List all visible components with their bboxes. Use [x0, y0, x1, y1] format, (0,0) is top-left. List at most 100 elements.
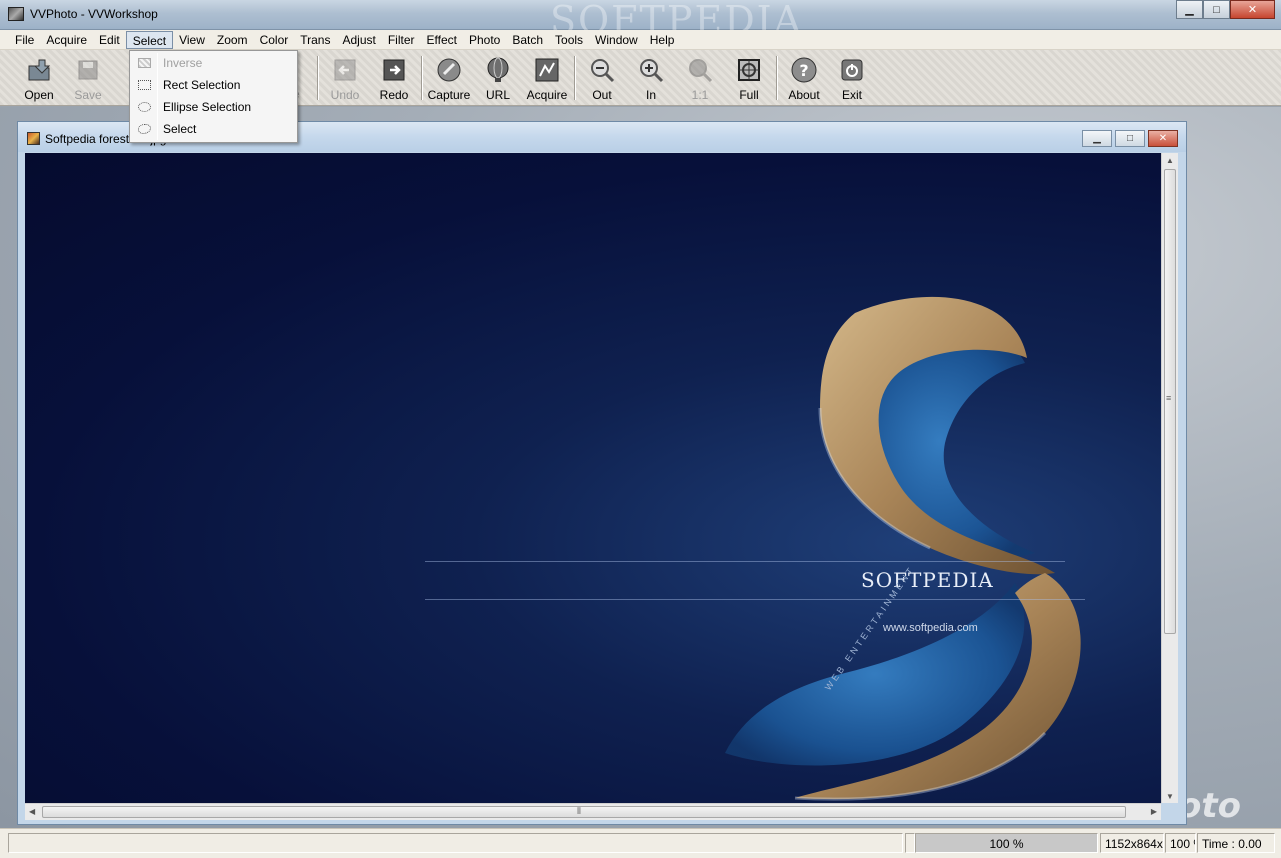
minimize-button[interactable]: ▁ [1176, 0, 1203, 19]
menu-tools[interactable]: Tools [549, 31, 589, 49]
menu-item-label: Inverse [163, 56, 203, 70]
horizontal-scrollbar[interactable]: ◀ ⦀ ▶ [25, 803, 1161, 820]
menu-select[interactable]: Select [125, 31, 174, 49]
menu-item-label: Ellipse Selection [163, 100, 252, 114]
save-label: Save [74, 88, 102, 102]
zoom-out-button[interactable]: Out [577, 54, 627, 102]
menu-batch[interactable]: Batch [506, 31, 549, 49]
document-window-controls: ▁ □ ✕ [1082, 130, 1178, 147]
scanner-icon [535, 58, 559, 82]
app-icon[interactable] [8, 7, 24, 21]
menu-view[interactable]: View [173, 31, 211, 49]
document-close-button[interactable]: ✕ [1148, 130, 1178, 147]
scroll-right-arrow-icon[interactable]: ▶ [1151, 807, 1157, 816]
fullscreen-button[interactable]: Full [724, 54, 774, 102]
scroll-grip-icon: ≡ [1166, 393, 1172, 403]
status-zoom: 100 % [1165, 833, 1196, 853]
menu-item-rect-selection[interactable]: Rect Selection [130, 74, 297, 96]
about-label: About [788, 88, 820, 102]
menu-item-label: Select [163, 122, 197, 136]
zoom-in-label: In [645, 88, 656, 102]
acquire-label: Acquire [526, 88, 568, 102]
menu-item-select[interactable]: Select [130, 118, 297, 140]
vertical-scrollbar[interactable]: ▲ ≡ ▼ [1161, 153, 1178, 803]
capture-button[interactable]: Capture [424, 54, 474, 102]
acquire-button[interactable]: Acquire [522, 54, 572, 102]
document-window[interactable]: Softpedia forest jpg ▁ □ ✕ [17, 121, 1187, 825]
decorative-line [425, 561, 1065, 562]
menu-item-ellipse-selection[interactable]: Ellipse Selection [130, 96, 297, 118]
status-time: Time : 0.00 [1197, 833, 1275, 853]
menu-trans[interactable]: Trans [294, 31, 336, 49]
fullscreen-label: Full [739, 88, 759, 102]
menu-item-inverse[interactable]: Inverse [130, 52, 297, 74]
zoom-actual-icon [689, 59, 713, 83]
menu-adjust[interactable]: Adjust [336, 31, 381, 49]
toolbar-separator [317, 56, 319, 100]
scroll-left-arrow-icon[interactable]: ◀ [29, 807, 35, 816]
zoom-in-button[interactable]: In [626, 54, 676, 102]
menu-bar: File Acquire Edit Select View Zoom Color… [0, 30, 1281, 50]
status-spacer [905, 833, 915, 853]
close-button[interactable]: ✕ [1230, 0, 1275, 19]
inverse-selection-icon [138, 58, 151, 68]
scroll-down-arrow-icon[interactable]: ▼ [1166, 792, 1174, 801]
document-maximize-button[interactable]: □ [1115, 130, 1145, 147]
undo-button[interactable]: Undo [320, 54, 370, 102]
globe-icon [487, 57, 509, 82]
menu-window[interactable]: Window [589, 31, 644, 49]
decorative-line [425, 599, 1085, 600]
app-title-bar[interactable]: VVPhoto - VVWorkshop SOFTPEDIA ▁ □ ✕ [0, 0, 1281, 42]
url-label: URL [485, 88, 510, 102]
image-url-text: www.softpedia.com [883, 622, 978, 634]
open-label: Open [24, 88, 54, 102]
window-controls: ▁ □ ✕ [1176, 0, 1275, 19]
open-button[interactable]: Open [14, 54, 64, 102]
scroll-up-arrow-icon[interactable]: ▲ [1166, 156, 1174, 165]
zoom-actual-button[interactable]: 1:1 [675, 54, 725, 102]
capture-icon [437, 58, 461, 82]
fullscreen-icon [738, 59, 760, 81]
about-button[interactable]: ? About [779, 54, 829, 102]
open-folder-icon [28, 59, 51, 81]
redo-button[interactable]: Redo [369, 54, 419, 102]
menu-item-label: Rect Selection [163, 78, 241, 92]
image-softpedia-logo: SOFTPEDIA [861, 568, 994, 592]
power-exit-icon [841, 59, 863, 81]
save-button[interactable]: Save [63, 54, 113, 102]
menu-photo[interactable]: Photo [463, 31, 506, 49]
window-title: VVPhoto - VVWorkshop [30, 7, 158, 21]
toolbar-separator [421, 56, 423, 100]
menu-color[interactable]: Color [254, 31, 295, 49]
svg-text:?: ? [799, 61, 808, 80]
scroll-grip-icon: ⦀ [577, 806, 581, 816]
menu-filter[interactable]: Filter [382, 31, 421, 49]
maximize-button[interactable]: □ [1203, 0, 1230, 19]
menu-file[interactable]: File [9, 31, 40, 49]
rect-selection-icon [138, 80, 151, 90]
exit-label: Exit [841, 88, 862, 102]
capture-label: Capture [427, 88, 471, 102]
horizontal-scroll-thumb[interactable] [42, 806, 1126, 818]
document-minimize-button[interactable]: ▁ [1082, 130, 1112, 147]
zoom-actual-label: 1:1 [691, 88, 709, 102]
select-menu-dropdown: Inverse Rect Selection Ellipse Selection… [129, 50, 298, 143]
island-artwork [725, 296, 1081, 801]
document-title-name: Softpedia forest [45, 132, 130, 146]
undo-arrow-icon [334, 59, 356, 81]
image-canvas[interactable]: SOFTPEDIA www.softpedia.com WEB ENTERTAI… [25, 153, 1161, 803]
redo-arrow-icon [383, 59, 405, 81]
status-dimensions: 1152x864x24 [1100, 833, 1164, 853]
url-button[interactable]: URL [473, 54, 523, 102]
help-question-icon: ? [791, 57, 817, 83]
zoom-out-icon [591, 59, 615, 83]
menu-edit[interactable]: Edit [93, 31, 126, 49]
zoom-out-label: Out [592, 88, 612, 102]
menu-zoom[interactable]: Zoom [211, 31, 254, 49]
image-file-icon [27, 132, 40, 145]
exit-button[interactable]: Exit [827, 54, 877, 102]
menu-help[interactable]: Help [644, 31, 681, 49]
toolbar-separator [776, 56, 778, 100]
menu-effect[interactable]: Effect [421, 31, 463, 49]
menu-acquire[interactable]: Acquire [40, 31, 93, 49]
